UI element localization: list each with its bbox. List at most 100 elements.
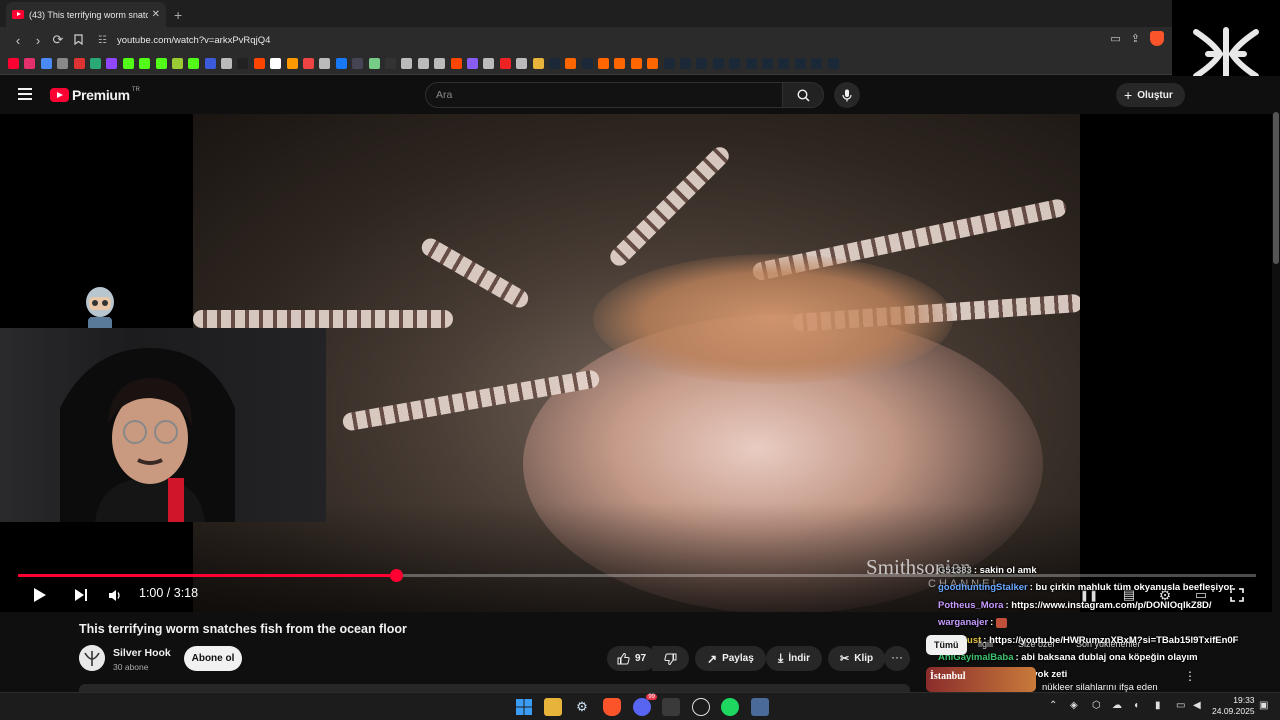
bookmark-favicon-icon[interactable] <box>8 58 19 69</box>
reload-icon[interactable]: ⟳ <box>48 32 68 48</box>
like-button[interactable]: 97 <box>607 646 657 671</box>
tray-steam-icon[interactable]: ☁ <box>1112 700 1122 711</box>
tray-speaker-icon[interactable]: ◖ <box>1133 700 1139 711</box>
bookmark-favicon-icon[interactable] <box>368 58 380 69</box>
search-input[interactable] <box>436 89 782 101</box>
bookmark-favicon-icon[interactable] <box>384 58 396 69</box>
system-clock[interactable]: 19:33 24.09.2025 <box>1212 695 1255 717</box>
discord-icon[interactable]: 99 <box>633 694 657 716</box>
brave-shield-icon[interactable] <box>1150 31 1164 46</box>
bookmark-favicon-icon[interactable] <box>598 58 610 69</box>
chip-for-you[interactable]: Sizе özel <box>1018 639 1055 649</box>
spotify-icon[interactable] <box>721 698 739 716</box>
bookmark-favicon-icon[interactable] <box>24 58 36 69</box>
bookmark-favicon-icon[interactable] <box>286 58 298 69</box>
tray-app-icon[interactable]: ◈ <box>1070 700 1078 711</box>
youtube-logo[interactable]: Premium TR <box>50 87 140 103</box>
chip-recent[interactable]: Son yüklenenler <box>1076 639 1141 649</box>
app-network-icon[interactable] <box>751 698 769 716</box>
bookmark-favicon-icon[interactable] <box>221 58 233 69</box>
bookmark-favicon-icon[interactable] <box>450 58 462 69</box>
subscribe-button[interactable]: Abone ol <box>184 646 242 671</box>
page-scrollbar[interactable] <box>1272 108 1280 692</box>
bookmark-favicon-icon[interactable] <box>581 58 593 69</box>
bookmark-favicon-icon[interactable] <box>89 58 101 69</box>
bookmark-favicon-icon[interactable] <box>319 58 331 69</box>
bookmark-favicon-icon[interactable] <box>335 58 347 69</box>
obs-icon[interactable] <box>692 698 710 716</box>
cast-icon[interactable]: ▭ <box>1110 32 1120 45</box>
clip-button[interactable]: ✂ Klip <box>828 646 886 671</box>
menu-icon[interactable] <box>18 88 32 103</box>
more-actions-button[interactable]: ··· <box>884 646 910 671</box>
chip-related[interactable]: ilgili <box>978 639 993 649</box>
bookmark-favicon-icon[interactable] <box>778 58 790 69</box>
bookmark-favicon-icon[interactable] <box>811 58 823 69</box>
download-button[interactable]: ⤓ İndir <box>766 646 822 671</box>
bookmark-favicon-icon[interactable] <box>171 58 183 69</box>
description-box[interactable] <box>79 684 910 692</box>
related-more-icon[interactable]: ⋮ <box>1184 669 1196 683</box>
bookmark-favicon-icon[interactable] <box>696 58 708 69</box>
bookmark-favicon-icon[interactable] <box>352 58 364 69</box>
bookmark-favicon-icon[interactable] <box>761 58 773 69</box>
bookmark-favicon-icon[interactable] <box>499 58 511 69</box>
bookmark-favicon-icon[interactable] <box>204 58 216 69</box>
bookmark-favicon-icon[interactable] <box>253 58 265 69</box>
bookmark-favicon-icon[interactable] <box>630 58 642 69</box>
bookmark-favicon-icon[interactable] <box>73 58 85 69</box>
next-button[interactable] <box>72 585 90 605</box>
channel-avatar[interactable] <box>79 645 105 671</box>
bookmark-favicon-icon[interactable] <box>155 58 167 69</box>
share-button[interactable]: ↗ Paylaş <box>695 646 766 671</box>
bookmark-favicon-icon[interactable] <box>237 58 249 69</box>
tray-mic-icon[interactable]: ▮ <box>1155 700 1161 711</box>
bookmark-favicon-icon[interactable] <box>188 58 200 69</box>
network-icon[interactable]: ▭ <box>1176 700 1185 711</box>
bookmark-favicon-icon[interactable] <box>139 58 151 69</box>
bookmark-favicon-icon[interactable] <box>122 58 134 69</box>
tray-overflow-icon[interactable]: ⌃ <box>1049 700 1057 711</box>
bookmark-favicon-icon[interactable] <box>417 58 429 69</box>
chip-all[interactable]: Tümü <box>926 635 967 655</box>
app-cube-icon[interactable] <box>662 698 680 716</box>
create-button[interactable]: + Oluştur <box>1116 83 1185 107</box>
tab-close-icon[interactable]: ✕ <box>152 9 160 20</box>
bookmark-favicon-icon[interactable] <box>303 58 315 69</box>
share-icon[interactable]: ⇪ <box>1131 32 1140 45</box>
search-button[interactable] <box>782 82 824 108</box>
bookmark-favicon-icon[interactable] <box>57 58 69 69</box>
url-field[interactable]: ☷ youtube.com/watch?v=arkxPvRqjQ4 <box>98 35 270 46</box>
bookmark-favicon-icon[interactable] <box>827 58 839 69</box>
bookmark-favicon-icon[interactable] <box>548 58 560 69</box>
bookmark-favicon-icon[interactable] <box>647 58 659 69</box>
bookmark-favicon-icon[interactable] <box>680 58 692 69</box>
bookmark-favicon-icon[interactable] <box>466 58 478 69</box>
bookmark-icon[interactable] <box>68 33 88 48</box>
bookmark-favicon-icon[interactable] <box>516 58 528 69</box>
channel-name[interactable]: Silver Hook <box>113 647 171 659</box>
windows-start-icon[interactable] <box>515 698 533 716</box>
back-icon[interactable]: ‹ <box>8 33 28 48</box>
bookmark-favicon-icon[interactable] <box>270 58 282 69</box>
volume-tray-icon[interactable]: ◀ <box>1193 700 1201 711</box>
bookmark-favicon-icon[interactable] <box>483 58 495 69</box>
notification-icon[interactable]: ▣ <box>1259 700 1268 711</box>
bookmark-favicon-icon[interactable] <box>614 58 626 69</box>
bookmark-favicon-icon[interactable] <box>532 58 544 69</box>
bookmark-favicon-icon[interactable] <box>106 58 118 69</box>
voice-search-button[interactable] <box>834 82 860 108</box>
brave-browser-icon[interactable] <box>603 698 621 716</box>
dislike-button[interactable] <box>652 646 689 671</box>
bookmark-favicon-icon[interactable] <box>729 58 741 69</box>
bookmark-favicon-icon[interactable] <box>794 58 806 69</box>
forward-icon[interactable]: › <box>28 33 48 48</box>
bookmark-favicon-icon[interactable] <box>745 58 757 69</box>
browser-tab-youtube[interactable]: (43) This terrifying worm snatche ✕ <box>6 2 166 27</box>
volume-button[interactable] <box>106 585 124 605</box>
bookmark-favicon-icon[interactable] <box>663 58 675 69</box>
scrollbar-thumb[interactable] <box>1273 112 1279 264</box>
new-tab-button[interactable]: + <box>174 7 182 23</box>
bookmark-favicon-icon[interactable] <box>401 58 413 69</box>
seek-bar-scrubber[interactable] <box>389 569 403 582</box>
